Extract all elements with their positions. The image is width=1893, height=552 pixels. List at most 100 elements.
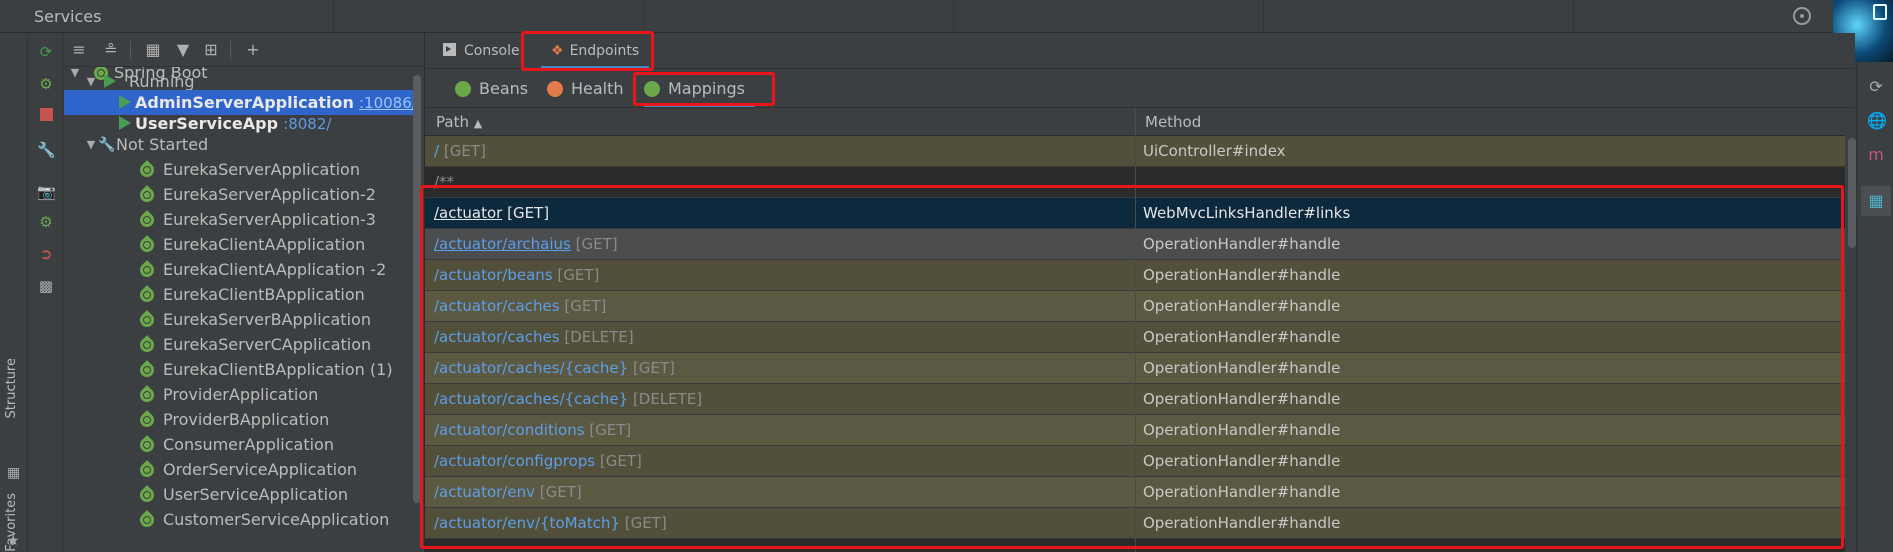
column-header-path[interactable]: Path ▲ [436, 108, 482, 136]
tree-item-not-started[interactable]: EurekaClientAApplication [64, 232, 414, 257]
run-icon [104, 74, 116, 88]
diagram-icon[interactable]: ▦ [1861, 186, 1891, 216]
method-cell: OperationHandler#handle [1143, 359, 1341, 377]
spring-boot-app-icon [137, 260, 157, 280]
tree-item-not-started[interactable]: OrderServiceApplication [64, 457, 414, 482]
method-cell: OperationHandler#handle [1143, 266, 1341, 284]
group-by-icon[interactable]: ▦ [142, 39, 164, 61]
spring-boot-app-icon [137, 360, 157, 380]
globe-icon[interactable]: 🌐 [1867, 112, 1887, 130]
new-tab-icon[interactable]: ⊞ [200, 39, 222, 61]
subtab-beans[interactable]: Beans [455, 70, 528, 107]
service-name: UserServiceApp [135, 114, 279, 133]
spring-boot-app-icon [137, 335, 157, 355]
expand-all-icon[interactable]: ≡ [68, 39, 90, 61]
method-cell: OperationHandler#handle [1143, 390, 1341, 408]
layout-icon[interactable]: ▩ [37, 277, 55, 295]
spring-boot-app-icon [137, 210, 157, 230]
tree-group-not-started[interactable]: ▼ 🔧 Not Started [64, 132, 414, 157]
subtab-mappings[interactable]: Mappings [644, 70, 755, 107]
tab-label: Endpoints [569, 43, 640, 59]
header-divider [1573, 0, 1574, 33]
tree-item-not-started[interactable]: EurekaServerApplication-2 [64, 182, 414, 207]
tree-item-not-started[interactable]: ConsumerApplication [64, 432, 414, 457]
spring-boot-app-icon [137, 310, 157, 330]
path-link[interactable]: /actuator/env/{toMatch} [434, 514, 620, 532]
method-cell: OperationHandler#handle [1143, 297, 1341, 315]
column-header-method[interactable]: Method [1145, 108, 1201, 136]
path-link[interactable]: /actuator/archaius [434, 235, 571, 253]
bug-settings-icon[interactable]: ⚙ [37, 213, 55, 231]
settings-gear-icon[interactable] [1793, 7, 1811, 25]
collapse-all-icon[interactable]: ≗ [100, 39, 122, 61]
path-link[interactable]: /actuator/beans [434, 266, 553, 284]
service-port-link[interactable]: :10086/ [359, 94, 414, 112]
tab-label: Console [464, 43, 520, 59]
path-link[interactable]: /actuator/conditions [434, 421, 585, 439]
spring-boot-app-icon [137, 185, 157, 205]
path-link[interactable]: /actuator/caches/{cache} [434, 390, 628, 408]
path-cell: /actuator/env/{toMatch} [GET] [434, 508, 667, 538]
spring-boot-app-icon [137, 385, 157, 405]
stop-icon[interactable] [37, 107, 55, 125]
tree-item-not-started[interactable]: EurekaClientAApplication -2 [64, 257, 414, 282]
tree-item-not-started[interactable]: CustomerServiceApplication [64, 507, 414, 532]
filter-icon[interactable]: ▼ [172, 39, 194, 61]
right-tool-strip: ⟳ 🌐 m ▦ [1856, 62, 1893, 552]
subtab-label: Mappings [668, 79, 745, 98]
service-name: EurekaServerBApplication [163, 310, 371, 329]
rerun-icon[interactable]: ⟳ [37, 43, 55, 61]
header-divider [1263, 0, 1264, 33]
endpoints-icon: ❖ [551, 43, 564, 59]
add-service-icon[interactable]: + [242, 39, 264, 61]
header-label: Path [436, 113, 469, 131]
path-cell: /actuator/caches [GET] [434, 291, 606, 321]
http-verb: [GET] [589, 421, 632, 439]
path-link[interactable]: /actuator/configprops [434, 452, 595, 470]
service-name: EurekaClientBApplication [163, 285, 365, 304]
tree-item-not-started[interactable]: ProviderBApplication [64, 407, 414, 432]
tree-item-not-started[interactable]: EurekaClientBApplication [64, 282, 414, 307]
tree-item-not-started[interactable]: ProviderApplication [64, 382, 414, 407]
tab-endpoints[interactable]: ❖ Endpoints [541, 33, 650, 69]
structure-tab[interactable]: Structure [4, 358, 19, 418]
tree-item-not-started[interactable]: UserServiceApplication [64, 482, 414, 507]
tree-item-not-started[interactable]: EurekaServerBApplication [64, 307, 414, 332]
tree-group-label: Not Started [116, 135, 209, 154]
subtab-health[interactable]: Health [547, 70, 624, 107]
tree-scrollbar[interactable] [413, 75, 421, 503]
tree-item-not-started[interactable]: EurekaServerApplication-3 [64, 207, 414, 232]
path-link[interactable]: /actuator/env [434, 483, 535, 501]
path-link[interactable]: / [434, 142, 439, 160]
tree-item-not-started[interactable]: EurekaServerApplication [64, 157, 414, 182]
service-name: ProviderBApplication [163, 410, 330, 429]
subtab-label: Beans [479, 79, 529, 98]
service-port-link[interactable]: :8082/ [283, 115, 331, 133]
http-verb: [GET] [624, 514, 667, 532]
http-verb: [GET] [539, 483, 582, 501]
service-name: ProviderApplication [163, 385, 319, 404]
toolbar-separator [130, 41, 131, 59]
path-cell: / [GET] [434, 136, 486, 166]
wrench-icon[interactable]: 🔧 [37, 141, 56, 159]
service-name: OrderServiceApplication [163, 460, 357, 479]
camera-icon[interactable]: 📷 [37, 183, 56, 201]
path-cell: /actuator/archaius [GET] [434, 229, 618, 259]
maven-icon[interactable]: m [1867, 146, 1885, 164]
debug-icon[interactable]: ⚙ [37, 75, 55, 93]
tab-console[interactable]: Console [443, 33, 520, 69]
chevron-down-icon[interactable]: ▼ [84, 132, 98, 157]
path-link[interactable]: /actuator/caches [434, 328, 560, 346]
service-name: AdminServerApplication [135, 93, 354, 112]
refresh-icon[interactable]: ⟳ [1867, 78, 1885, 96]
path-link[interactable]: /actuator [434, 204, 502, 222]
path-link[interactable]: /actuator/caches/{cache} [434, 359, 628, 377]
path-link[interactable]: /actuator/caches [434, 297, 560, 315]
tree-item-not-started[interactable]: EurekaServerCApplication [64, 332, 414, 357]
exit-icon[interactable]: ➲ [37, 245, 55, 263]
table-scrollbar[interactable] [1848, 138, 1856, 248]
column-divider[interactable] [1135, 108, 1136, 552]
http-verb: [GET] [632, 359, 675, 377]
service-name: EurekaClientAApplication -2 [163, 260, 387, 279]
tree-item-not-started[interactable]: EurekaClientBApplication (1) [64, 357, 414, 382]
